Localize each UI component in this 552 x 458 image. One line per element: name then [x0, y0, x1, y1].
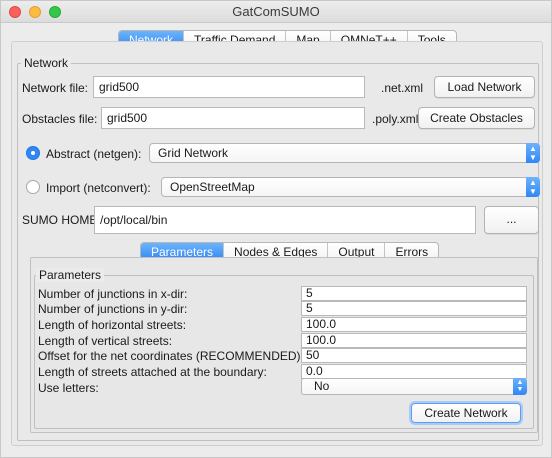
- browse-sumo-home-button[interactable]: ...: [484, 206, 539, 234]
- vertical-length-input[interactable]: 100.0: [301, 333, 527, 348]
- import-netconvert-radio[interactable]: [26, 180, 40, 194]
- network-group-legend: Network: [21, 56, 72, 70]
- parameters-group-legend: Parameters: [36, 268, 105, 282]
- junctions-x-input[interactable]: 5: [301, 286, 527, 301]
- junctions-y-input[interactable]: 5: [301, 301, 527, 316]
- import-netconvert-label: Import (netconvert):: [46, 181, 151, 195]
- network-file-extension: .net.xml: [381, 81, 424, 95]
- abstract-netgen-label: Abstract (netgen):: [46, 147, 142, 161]
- param-label: Length of streets attached at the bounda…: [38, 365, 267, 379]
- horizontal-length-input[interactable]: 100.0: [301, 317, 527, 332]
- title-bar: GatComSUMO: [1, 1, 551, 23]
- select-chevron-icon: ▲ ▼: [526, 143, 540, 163]
- select-chevron-icon: ▲ ▼: [526, 177, 540, 197]
- param-label: Offset for the net coordinates (RECOMMEN…: [38, 349, 304, 363]
- obstacles-file-extension: .poly.xml: [372, 112, 419, 126]
- app-window: GatComSUMO Network Traffic Demand Map OM…: [0, 0, 552, 458]
- sumo-home-label: SUMO HOME:: [22, 213, 101, 227]
- use-letters-label: Use letters:: [38, 381, 99, 395]
- create-obstacles-button[interactable]: Create Obstacles: [418, 107, 535, 129]
- network-file-input[interactable]: grid500: [93, 76, 365, 98]
- window-title: GatComSUMO: [232, 4, 320, 19]
- param-label: Number of junctions in y-dir:: [38, 302, 188, 316]
- maximize-window-button[interactable]: [49, 6, 61, 18]
- use-letters-select[interactable]: No ▲ ▼: [301, 378, 527, 395]
- boundary-length-input[interactable]: 0.0: [301, 364, 527, 379]
- param-label: Length of horizontal streets:: [38, 318, 187, 332]
- select-chevron-icon: ▲ ▼: [513, 378, 527, 395]
- import-source-select[interactable]: OpenStreetMap ▲ ▼: [161, 177, 540, 197]
- param-label: Number of junctions in x-dir:: [38, 287, 188, 301]
- load-network-button[interactable]: Load Network: [434, 76, 535, 98]
- abstract-network-select-value: Grid Network: [158, 146, 229, 160]
- network-file-label: Network file:: [22, 81, 89, 95]
- create-network-button[interactable]: Create Network: [411, 403, 521, 423]
- obstacles-file-input[interactable]: grid500: [101, 107, 365, 129]
- obstacles-file-label: Obstacles file:: [22, 112, 98, 126]
- abstract-netgen-radio[interactable]: [26, 146, 40, 160]
- sumo-home-input[interactable]: /opt/local/bin: [94, 206, 476, 234]
- use-letters-select-value: No: [314, 379, 330, 393]
- import-source-select-value: OpenStreetMap: [170, 180, 255, 194]
- close-window-button[interactable]: [9, 6, 21, 18]
- offset-input[interactable]: 50: [301, 348, 527, 363]
- minimize-window-button[interactable]: [29, 6, 41, 18]
- param-label: Length of vertical streets:: [38, 334, 173, 348]
- abstract-network-select[interactable]: Grid Network ▲ ▼: [149, 143, 540, 163]
